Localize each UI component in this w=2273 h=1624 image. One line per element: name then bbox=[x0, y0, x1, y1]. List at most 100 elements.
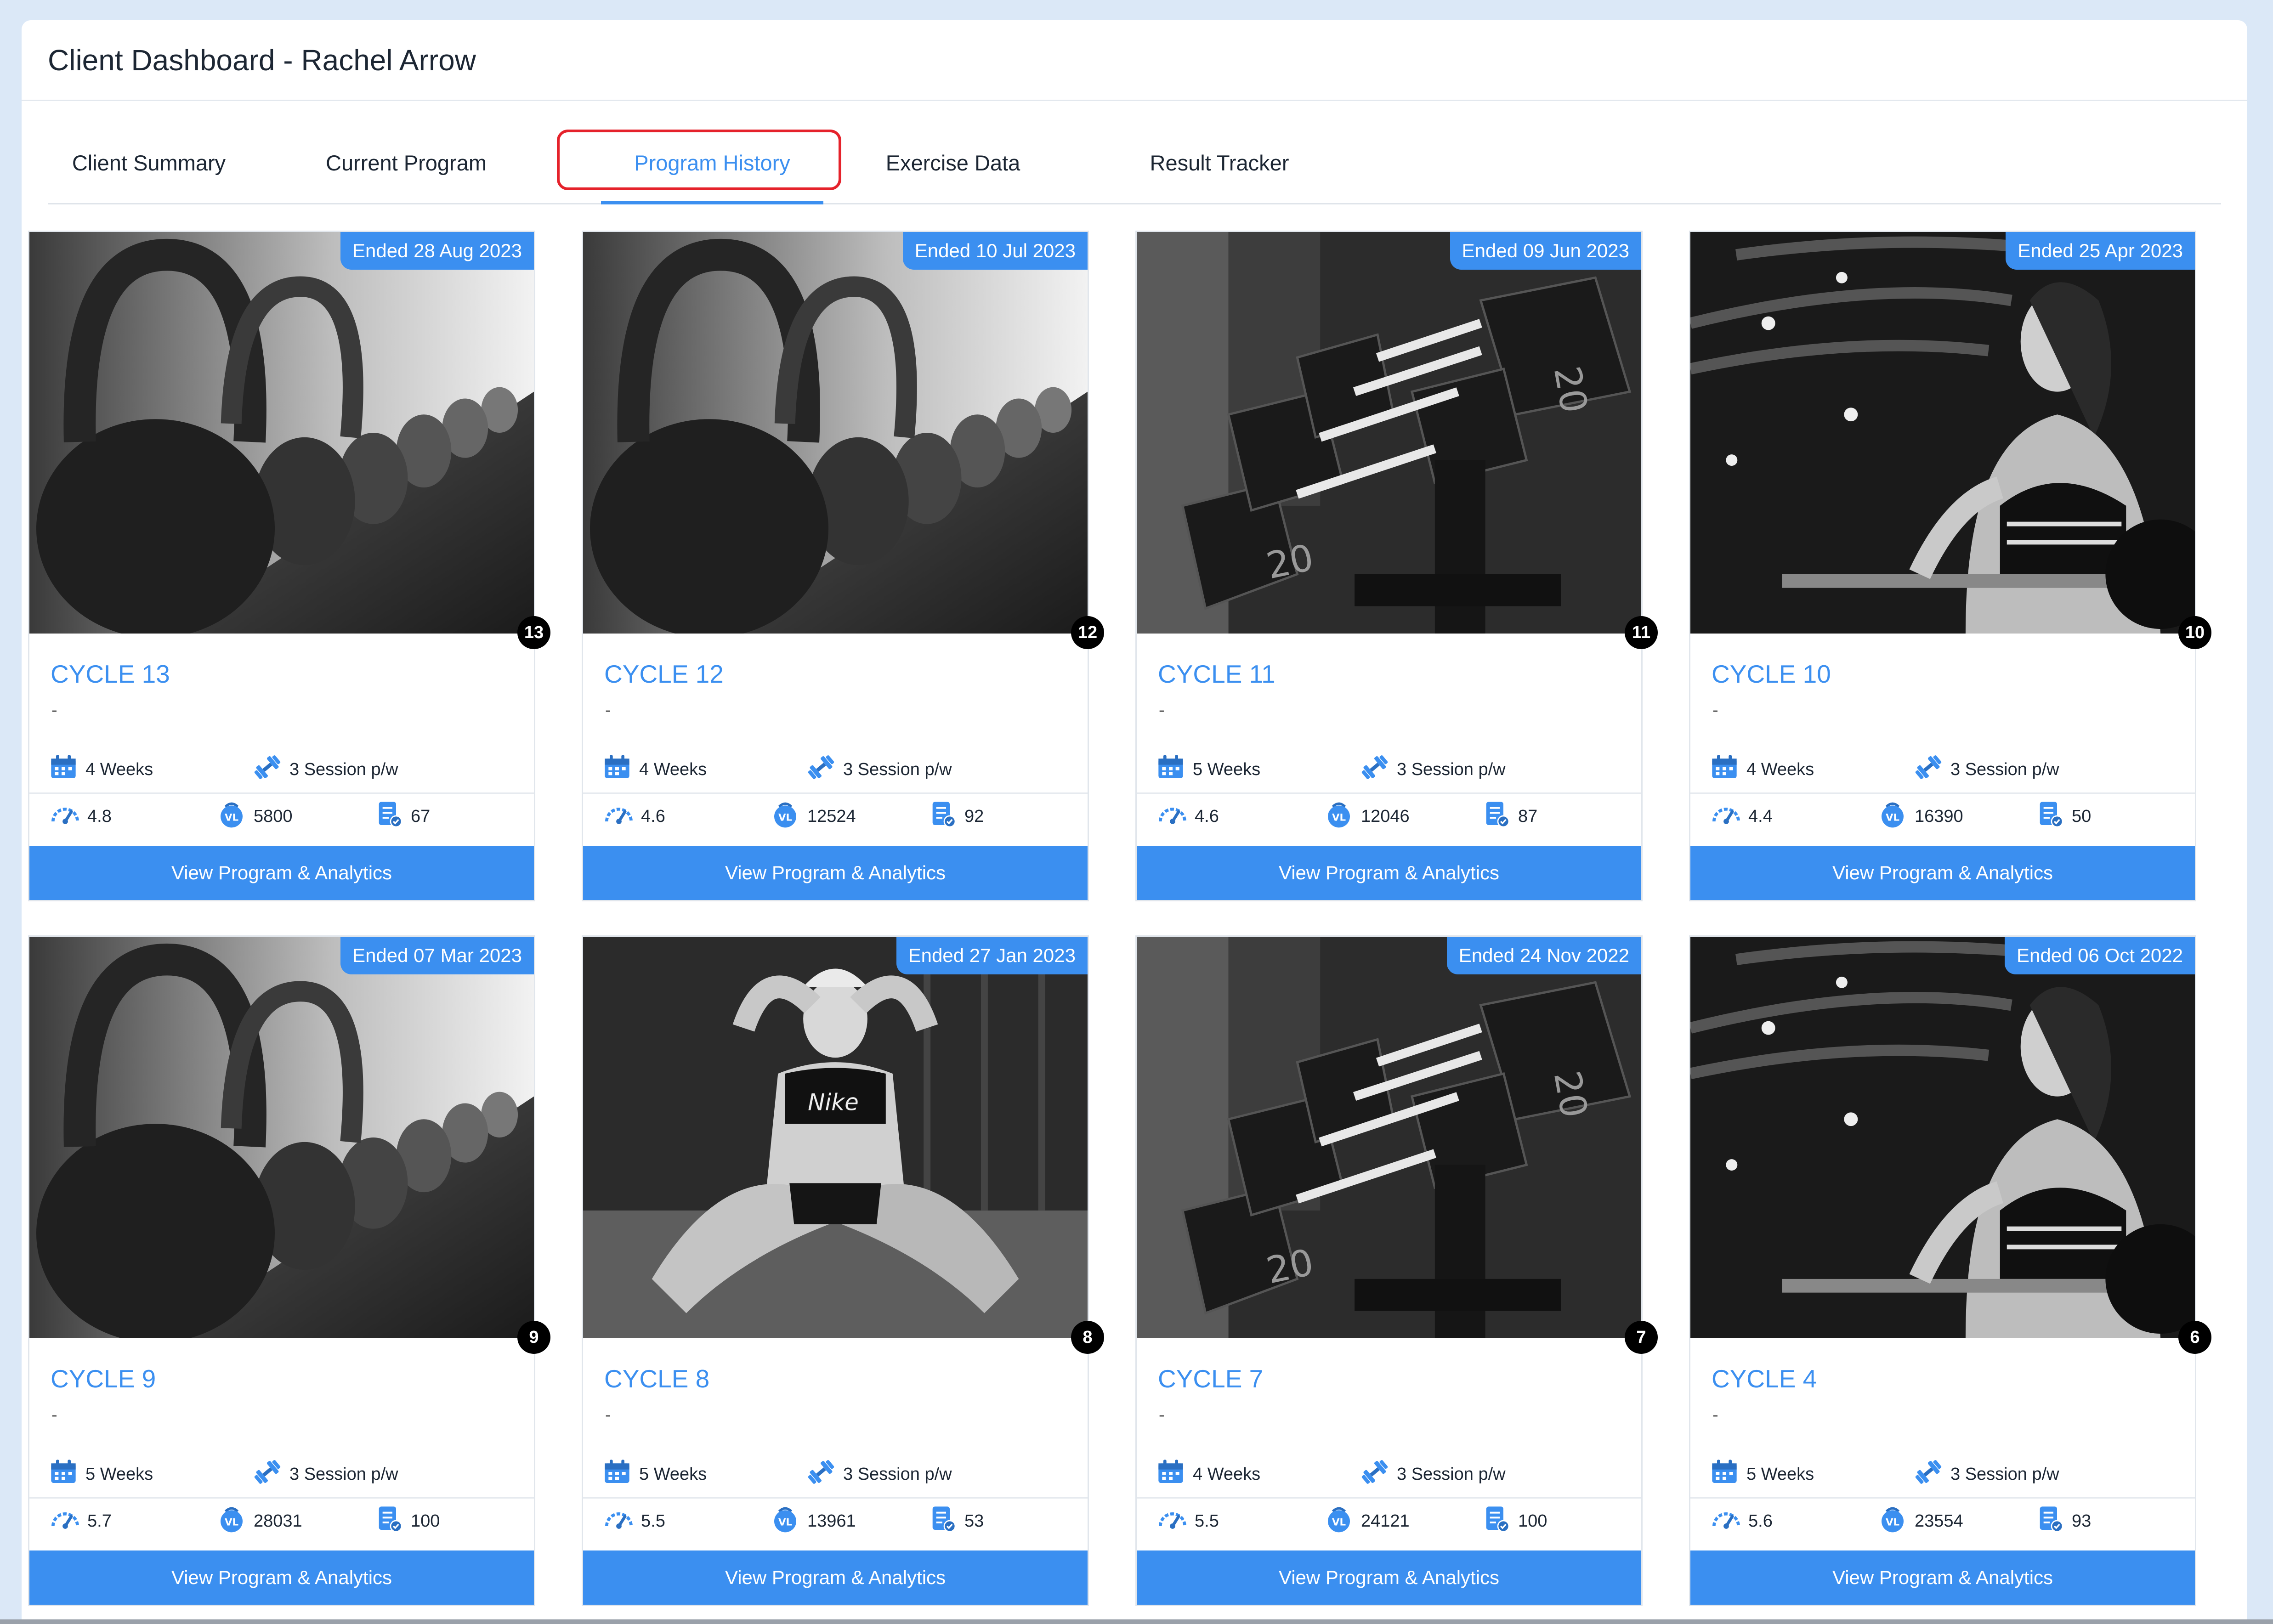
program-schedule-row: 5 Weeks 3 Session p/w bbox=[583, 1451, 1088, 1499]
tab-client-summary[interactable]: Client Summary bbox=[66, 122, 232, 203]
intensity-stat: 5.7 bbox=[51, 1498, 112, 1544]
program-image[interactable] bbox=[29, 232, 534, 634]
cycle-title[interactable]: CYCLE 9 bbox=[51, 1364, 156, 1393]
tab-label: Client Summary bbox=[72, 150, 226, 175]
program-schedule-row: 5 Weeks 3 Session p/w bbox=[29, 1451, 534, 1499]
program-description: - bbox=[1159, 1405, 1165, 1425]
intensity-value: 4.4 bbox=[1748, 806, 1773, 826]
completion-stat: 100 bbox=[1481, 1498, 1547, 1544]
program-image[interactable]: 20 20 bbox=[1137, 937, 1641, 1338]
program-card: Ended 07 Mar 2023 9 CYCLE 9 - 5 Weeks 3 … bbox=[28, 935, 550, 1606]
cycle-title[interactable]: CYCLE 7 bbox=[1158, 1364, 1263, 1393]
window-bottom-edge bbox=[0, 1619, 2273, 1624]
sessions-value: 3 Session p/w bbox=[1397, 1464, 1506, 1484]
sessions-stat: 3 Session p/w bbox=[1360, 747, 1506, 792]
weeks-value: 4 Weeks bbox=[1746, 759, 1814, 779]
speedometer-icon bbox=[604, 799, 641, 833]
sessions-stat: 3 Session p/w bbox=[253, 1451, 398, 1497]
svg-text:VL: VL bbox=[225, 812, 238, 824]
speedometer-icon bbox=[1712, 799, 1748, 833]
dumbbell-icon bbox=[1360, 1457, 1397, 1491]
intensity-value: 5.5 bbox=[1195, 1511, 1219, 1531]
program-schedule-row: 5 Weeks 3 Session p/w bbox=[1690, 1451, 2195, 1499]
sessions-value: 3 Session p/w bbox=[289, 759, 398, 779]
weeks-value: 5 Weeks bbox=[1746, 1464, 1814, 1484]
cycle-title[interactable]: CYCLE 10 bbox=[1712, 659, 1831, 689]
program-metrics-row: 4.4 VL 16390 50 bbox=[1690, 793, 2195, 839]
program-metrics-row: 5.7 VL 28031 100 bbox=[29, 1498, 534, 1544]
program-image[interactable] bbox=[1690, 232, 2195, 634]
calendar-icon bbox=[602, 753, 639, 787]
view-program-analytics-button[interactable]: View Program & Analytics bbox=[1137, 1550, 1641, 1605]
completion-stat: 92 bbox=[928, 793, 984, 839]
cycle-title[interactable]: CYCLE 13 bbox=[51, 659, 170, 689]
calendar-icon bbox=[1710, 1457, 1746, 1491]
weeks-stat: 5 Weeks bbox=[1156, 747, 1260, 792]
cycle-number-badge: 6 bbox=[2178, 1321, 2211, 1354]
svg-text:Nike: Nike bbox=[808, 1089, 859, 1116]
view-program-analytics-button[interactable]: View Program & Analytics bbox=[29, 846, 534, 900]
checklist-icon bbox=[928, 1504, 964, 1538]
view-program-analytics-button[interactable]: View Program & Analytics bbox=[1690, 1550, 2195, 1605]
svg-text:VL: VL bbox=[1332, 1517, 1346, 1528]
volume-load-icon: VL bbox=[1878, 1504, 1915, 1538]
tab-bar: Client Summary Current Program Program H… bbox=[48, 122, 2221, 204]
sessions-stat: 3 Session p/w bbox=[1360, 1451, 1506, 1497]
program-image[interactable] bbox=[1690, 937, 2195, 1338]
completion-value: 92 bbox=[964, 806, 984, 826]
ended-date-badge: Ended 27 Jan 2023 bbox=[896, 937, 1088, 974]
tab-result-tracker[interactable]: Result Tracker bbox=[1123, 122, 1316, 203]
sessions-value: 3 Session p/w bbox=[843, 1464, 952, 1484]
checklist-icon bbox=[2035, 799, 2072, 833]
view-program-analytics-button[interactable]: View Program & Analytics bbox=[29, 1550, 534, 1605]
cycle-number-badge: 10 bbox=[2178, 616, 2211, 649]
program-metrics-row: 5.5 VL 24121 100 bbox=[1137, 1498, 1641, 1544]
program-card: Ended 28 Aug 2023 13 CYCLE 13 - 4 Weeks … bbox=[28, 231, 550, 901]
volume-load-icon: VL bbox=[1878, 799, 1915, 833]
program-image[interactable] bbox=[29, 937, 534, 1338]
intensity-stat: 5.5 bbox=[1158, 1498, 1219, 1544]
checklist-icon bbox=[2035, 1504, 2072, 1538]
program-description: - bbox=[51, 701, 57, 720]
checklist-icon bbox=[1481, 799, 1518, 833]
cycle-title[interactable]: CYCLE 8 bbox=[604, 1364, 709, 1393]
ended-date-badge: Ended 24 Nov 2022 bbox=[1446, 937, 1641, 974]
tab-current-program[interactable]: Current Program bbox=[323, 122, 489, 203]
view-program-analytics-button[interactable]: View Program & Analytics bbox=[1137, 846, 1641, 900]
program-metrics-row: 5.6 VL 23554 93 bbox=[1690, 1498, 2195, 1544]
volume-stat: VL 13961 bbox=[771, 1498, 856, 1544]
tab-exercise-data[interactable]: Exercise Data bbox=[856, 122, 1049, 203]
ended-date-badge: Ended 28 Aug 2023 bbox=[340, 232, 534, 270]
completion-stat: 93 bbox=[2035, 1498, 2091, 1544]
completion-stat: 100 bbox=[374, 1498, 440, 1544]
volume-value: 5800 bbox=[254, 806, 293, 826]
program-image[interactable] bbox=[583, 232, 1088, 634]
program-image[interactable]: Nike bbox=[583, 937, 1088, 1338]
ended-date-badge: Ended 07 Mar 2023 bbox=[340, 937, 534, 974]
cycle-title[interactable]: CYCLE 12 bbox=[604, 659, 724, 689]
cycle-title[interactable]: CYCLE 4 bbox=[1712, 1364, 1817, 1393]
program-image[interactable]: 20 20 bbox=[1137, 232, 1641, 634]
view-program-analytics-button[interactable]: View Program & Analytics bbox=[583, 1550, 1088, 1605]
view-program-analytics-button[interactable]: View Program & Analytics bbox=[1690, 846, 2195, 900]
svg-text:20: 20 bbox=[1546, 363, 1596, 416]
dumbbell-icon bbox=[1914, 753, 1950, 787]
calendar-icon bbox=[49, 1457, 85, 1491]
cycle-title[interactable]: CYCLE 11 bbox=[1158, 659, 1275, 689]
volume-value: 13961 bbox=[807, 1511, 856, 1531]
volume-load-icon: VL bbox=[1324, 799, 1361, 833]
volume-load-icon: VL bbox=[1324, 1504, 1361, 1538]
completion-value: 100 bbox=[1518, 1511, 1547, 1531]
program-card: Nike Ended 27 Jan 2023 8 CYCLE 8 - 5 Wee… bbox=[582, 935, 1104, 1606]
weeks-stat: 4 Weeks bbox=[1710, 747, 1814, 792]
tab-label: Exercise Data bbox=[885, 150, 1020, 175]
view-program-analytics-button[interactable]: View Program & Analytics bbox=[583, 846, 1088, 900]
dumbbell-icon bbox=[253, 753, 289, 787]
cycle-number-badge: 7 bbox=[1625, 1321, 1658, 1354]
dumbbell-icon bbox=[1914, 1457, 1950, 1491]
volume-stat: VL 28031 bbox=[217, 1498, 302, 1544]
program-description: - bbox=[51, 1405, 57, 1425]
cycle-number-badge: 12 bbox=[1071, 616, 1104, 649]
volume-value: 24121 bbox=[1361, 1511, 1410, 1531]
volume-stat: VL 12046 bbox=[1324, 793, 1410, 839]
